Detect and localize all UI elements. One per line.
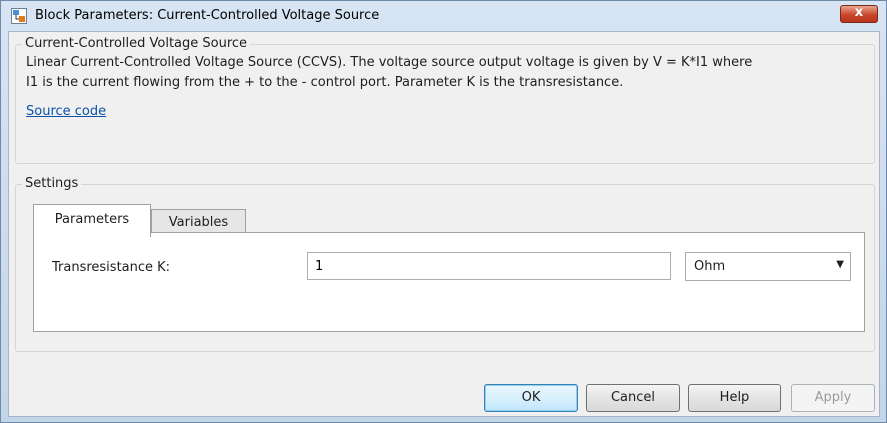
block-group-title: Current-Controlled Voltage Source (22, 36, 251, 51)
cancel-button[interactable]: Cancel (586, 384, 680, 412)
parameters-tab-panel (33, 232, 865, 332)
close-button[interactable]: x (840, 5, 878, 23)
window-title: Block Parameters: Current-Controlled Vol… (35, 8, 380, 23)
transresistance-input[interactable] (307, 252, 671, 280)
title-bar[interactable]: Block Parameters: Current-Controlled Vol… (1, 1, 886, 31)
description-line-1: Linear Current-Controlled Voltage Source… (26, 55, 753, 70)
chevron-down-icon: ▼ (836, 259, 844, 270)
ok-button[interactable]: OK (484, 384, 578, 412)
transresistance-label: Transresistance K: (52, 260, 171, 275)
help-button[interactable]: Help (688, 384, 781, 412)
tab-parameters[interactable]: Parameters (33, 204, 151, 237)
dialog-client-area: Current-Controlled Voltage Source Linear… (8, 31, 880, 417)
close-icon: x (854, 5, 864, 20)
description-line-2: I1 is the current flowing from the + to … (26, 75, 624, 90)
simulink-block-icon (11, 8, 27, 24)
apply-button[interactable]: Apply (791, 384, 875, 412)
block-description: Linear Current-Controlled Voltage Source… (26, 53, 866, 93)
dialog-window: Block Parameters: Current-Controlled Vol… (0, 0, 887, 423)
settings-group-title: Settings (22, 176, 82, 191)
unit-select[interactable]: Ohm ▼ (685, 252, 851, 281)
source-code-link[interactable]: Source code (26, 104, 106, 119)
unit-select-value: Ohm (694, 259, 726, 274)
